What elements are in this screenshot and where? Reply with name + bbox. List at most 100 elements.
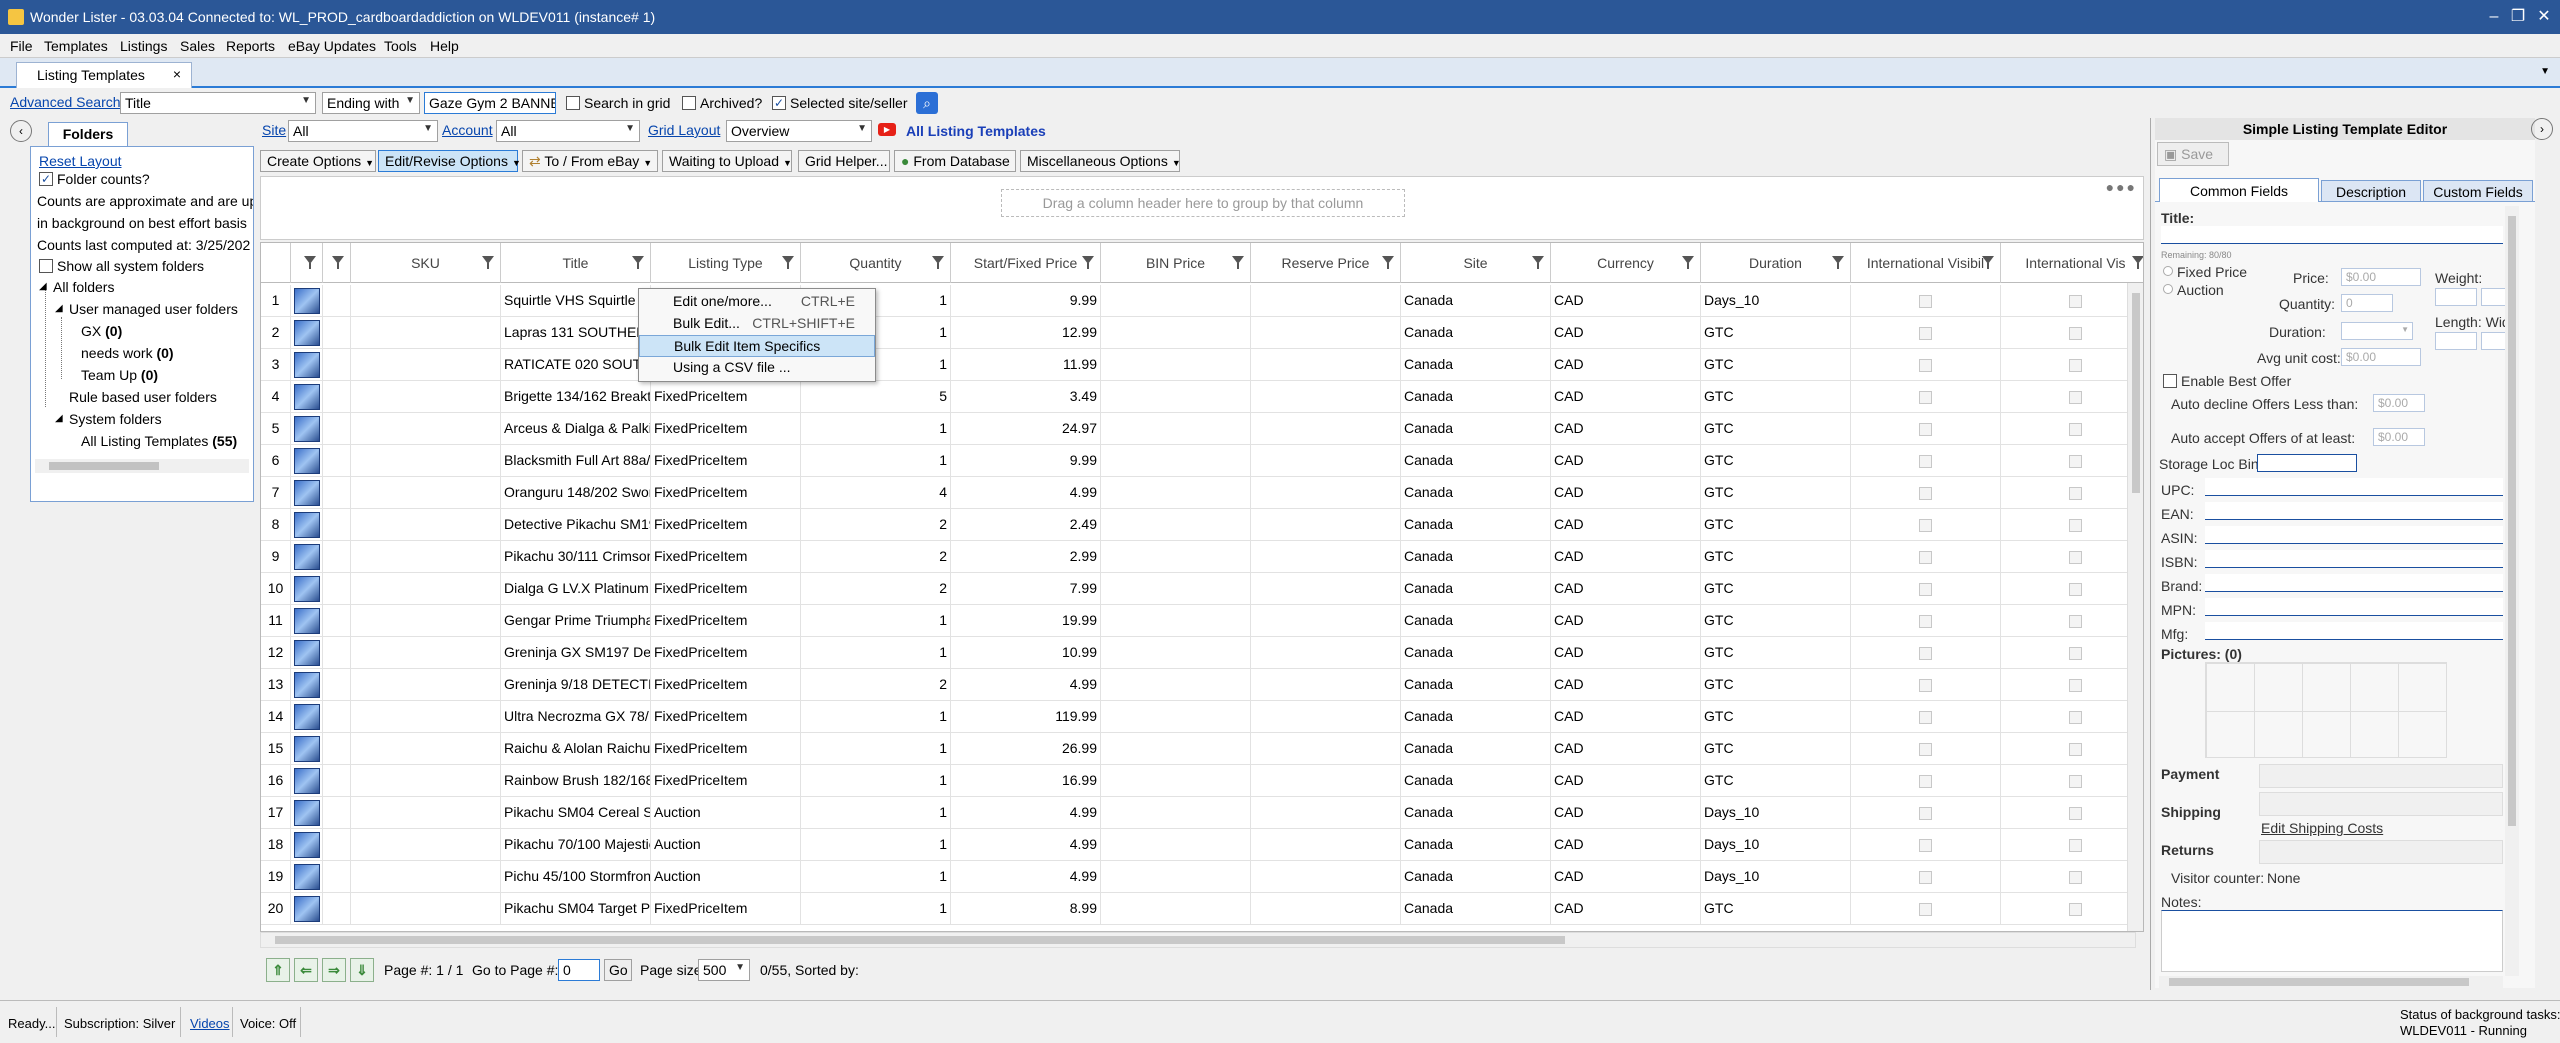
header-listing-type[interactable]: Listing Type [651, 243, 801, 283]
filter-icon[interactable] [632, 256, 644, 269]
tree-folder-needs-work[interactable]: needs work (0) [81, 345, 174, 361]
menu-item-bulk-edit[interactable]: Bulk Edit... CTRL+SHIFT+E [639, 313, 875, 335]
isbn-input[interactable] [2205, 550, 2503, 568]
intl-visibility-checkbox[interactable] [2069, 775, 2082, 788]
collapse-right-icon[interactable]: › [2531, 118, 2553, 140]
table-row[interactable]: 13 Greninja 9/18 DETECTIV FixedPriceItem 2 4… [261, 669, 2143, 701]
editor-vertical-scrollbar[interactable] [2505, 206, 2519, 976]
advanced-search-link[interactable]: Advanced Search [10, 94, 121, 110]
to-from-ebay-button[interactable]: ⇄ To / From eBay ▼ [522, 150, 658, 172]
folders-scrollbar[interactable] [35, 459, 249, 473]
table-row[interactable]: 6 Blacksmith Full Art 88a/FixedPriceItem 1… [261, 445, 2143, 477]
table-row[interactable]: 11 Gengar Prime Triumpha FixedPriceItem 1 19… [261, 605, 2143, 637]
menu-file[interactable]: File [10, 38, 33, 54]
search-field-select[interactable]: Title ▼ [120, 92, 316, 114]
table-row[interactable]: 1Squirtle VHS Squirtle DEAuction19.99Can… [261, 285, 2143, 317]
intl-visibility-checkbox[interactable] [2069, 615, 2082, 628]
intl-visibility-checkbox[interactable] [1919, 839, 1932, 852]
intl-visibility-checkbox[interactable] [2069, 423, 2082, 436]
menu-templates[interactable]: Templates [44, 38, 108, 54]
table-row[interactable]: 7 Oranguru 148/202 Swor FixedPriceItem 4 4.9… [261, 477, 2143, 509]
intl-visibility-checkbox[interactable] [1919, 743, 1932, 756]
table-row[interactable]: 20 Pikachu SM04 Target Pr FixedPriceItem 1 8… [261, 893, 2143, 925]
intl-visibility-checkbox[interactable] [2069, 839, 2082, 852]
table-row[interactable]: 12 Greninja GX SM197 Det FixedPriceItem 1 10… [261, 637, 2143, 669]
videos-link[interactable]: Videos [190, 1016, 230, 1031]
intl-visibility-checkbox[interactable] [2069, 647, 2082, 660]
waiting-to-upload-button[interactable]: Waiting to Upload ▼ [662, 150, 792, 172]
thumbnail-cell[interactable] [291, 381, 323, 413]
thumbnail-cell[interactable] [291, 893, 323, 925]
table-row[interactable]: 10 Dialga G LV.X Platinum FixedPriceItem 2 7… [261, 573, 2143, 605]
intl-visibility-checkbox[interactable] [1919, 295, 1932, 308]
intl-visibility-checkbox[interactable] [1919, 423, 1932, 436]
storage-loc-input[interactable] [2257, 454, 2357, 472]
thumbnail-cell[interactable] [291, 637, 323, 669]
intl-visibility-checkbox[interactable] [1919, 519, 1932, 532]
thumbnail-cell[interactable] [291, 797, 323, 829]
notes-input[interactable] [2161, 910, 2503, 972]
menu-item-bulk-edit-item-specifics[interactable]: Bulk Edit Item Specifics [639, 335, 875, 357]
intl-visibility-checkbox[interactable] [2069, 295, 2082, 308]
tree-all-folders[interactable]: All folders [53, 279, 114, 295]
header-fixed-1[interactable] [291, 243, 323, 283]
menu-tools[interactable]: Tools [384, 38, 417, 54]
intl-visibility-checkbox[interactable] [1919, 551, 1932, 564]
page-size-select[interactable]: 500 ▼ [698, 959, 750, 981]
thumbnail-cell[interactable] [291, 605, 323, 637]
site-select[interactable]: All ▼ [288, 120, 438, 142]
tab-common-fields[interactable]: Common Fields [2159, 178, 2319, 202]
minimize-button[interactable]: – [2482, 5, 2506, 29]
menu-item-edit-one[interactable]: Edit one/more... CTRL+E [639, 291, 875, 313]
intl-visibility-checkbox[interactable] [1919, 359, 1932, 372]
intl-visibility-checkbox[interactable] [2069, 903, 2082, 916]
intl-visibility-checkbox[interactable] [2069, 551, 2082, 564]
video-icon[interactable]: ▶ [878, 123, 896, 136]
intl-visibility-checkbox[interactable] [2069, 743, 2082, 756]
archived-checkbox[interactable] [682, 96, 696, 110]
create-options-button[interactable]: Create Options ▼ [260, 150, 376, 172]
header-international-visibility-1[interactable]: International Visibil [1851, 243, 2001, 283]
thumbnail-cell[interactable] [291, 509, 323, 541]
table-row[interactable]: 2Lapras 131 SOUTHERNFixedPriceItem112.99… [261, 317, 2143, 349]
header-site[interactable]: Site [1401, 243, 1551, 283]
grid-horizontal-scrollbar[interactable] [260, 932, 2136, 948]
show-all-system-folders-checkbox[interactable] [39, 259, 53, 273]
avg-unit-cost-input[interactable]: $0.00 [2341, 348, 2421, 366]
restore-button[interactable]: ❐ [2506, 5, 2530, 29]
grid-layout-select[interactable]: Overview ▼ [726, 120, 872, 142]
thumbnail-cell[interactable] [291, 445, 323, 477]
tab-description[interactable]: Description [2321, 180, 2421, 202]
returns-field[interactable] [2259, 840, 2503, 864]
header-start-fixed-price[interactable]: Start/Fixed Price [951, 243, 1101, 283]
tree-user-managed[interactable]: User managed user folders [69, 301, 238, 317]
header-currency[interactable]: Currency [1551, 243, 1701, 283]
intl-visibility-checkbox[interactable] [2069, 679, 2082, 692]
table-row[interactable]: 15 Raichu & Alolan Raichu FixedPriceItem 1 2… [261, 733, 2143, 765]
intl-visibility-checkbox[interactable] [1919, 871, 1932, 884]
intl-visibility-checkbox[interactable] [2069, 519, 2082, 532]
mfg-input[interactable] [2205, 622, 2503, 640]
table-row[interactable]: 5 Arceus & Dialga & Palki FixedPriceItem 1 2… [261, 413, 2143, 445]
menu-sales[interactable]: Sales [180, 38, 215, 54]
account-link[interactable]: Account [442, 122, 493, 138]
intl-visibility-checkbox[interactable] [2069, 455, 2082, 468]
thumbnail-cell[interactable] [291, 829, 323, 861]
filter-icon[interactable] [332, 256, 344, 269]
filter-icon[interactable] [482, 256, 494, 269]
intl-visibility-checkbox[interactable] [2069, 711, 2082, 724]
goto-page-input[interactable]: 0 [558, 959, 600, 981]
table-row[interactable]: 19 Pichu 45/100 Stormfron Auction 1 4.99 Cana… [261, 861, 2143, 893]
save-button[interactable]: ▣ Save [2157, 142, 2229, 166]
misc-options-button[interactable]: Miscellaneous Options ▼ [1020, 150, 1181, 172]
intl-visibility-checkbox[interactable] [2069, 807, 2082, 820]
intl-visibility-checkbox[interactable] [1919, 391, 1932, 404]
upc-input[interactable] [2205, 478, 2503, 496]
intl-visibility-checkbox[interactable] [1919, 807, 1932, 820]
editor-horizontal-scrollbar[interactable] [2159, 976, 2503, 988]
close-tab-icon[interactable]: × [173, 66, 181, 82]
intl-visibility-checkbox[interactable] [1919, 487, 1932, 500]
filter-icon[interactable] [2132, 256, 2143, 269]
intl-visibility-checkbox[interactable] [2069, 583, 2082, 596]
intl-visibility-checkbox[interactable] [2069, 871, 2082, 884]
